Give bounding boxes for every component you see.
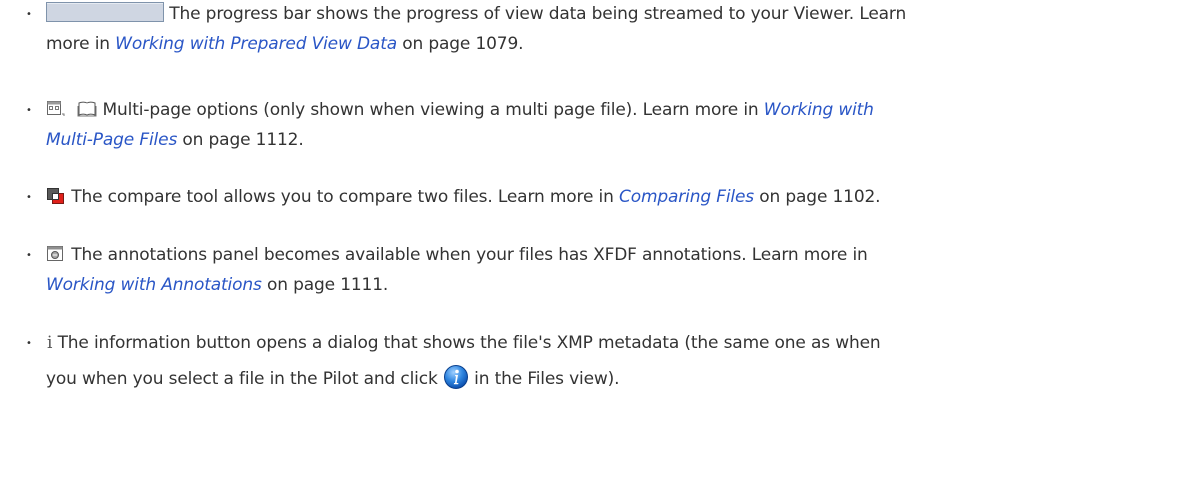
info-round-icon (443, 364, 469, 397)
list-item-line: The progress bar shows the progress of v… (46, 2, 906, 26)
list-item-text: in the Files view). (468, 369, 620, 389)
list-item-text: on page 1079. (396, 34, 524, 54)
link-working-with-multi-page-files[interactable]: Multi-Page Files (46, 130, 177, 150)
list-item-text: The annotations panel becomes available … (71, 245, 868, 265)
list-item-line: Multi-page options (only shown when view… (46, 98, 874, 125)
open-book-icon (77, 100, 97, 125)
list-item-text: on page 1102. (754, 187, 881, 207)
bullet: • (26, 338, 32, 349)
list-item-text: you when you select a file in the Pilot … (46, 369, 443, 389)
multi-page-thumbnails-icon (46, 100, 66, 125)
link-working-with-prepared-view-data[interactable]: Working with Prepared View Data (115, 34, 397, 54)
list-item-line: Working with Annotations on page 1111. (46, 273, 388, 297)
list-item-line: more in Working with Prepared View Data … (46, 32, 524, 56)
list-item-line: Multi-Page Files on page 1112. (46, 128, 304, 152)
annotations-panel-icon (46, 245, 66, 270)
bullet: • (26, 192, 32, 203)
list-item-text: Multi-page options (only shown when view… (102, 100, 764, 120)
progress-bar-icon (46, 2, 164, 22)
list-item-line: you when you select a file in the Pilot … (46, 364, 620, 397)
list-item-line: i The information button opens a dialog … (46, 331, 881, 355)
list-item-line: The compare tool allows you to compare t… (46, 185, 881, 212)
bullet: • (26, 105, 32, 116)
list-item-text: The information button opens a dialog th… (57, 333, 881, 353)
document-body: • The progress bar shows the progress of… (0, 0, 1179, 487)
list-item-text: The compare tool allows you to compare t… (71, 187, 619, 207)
info-glyph-icon: i (47, 333, 53, 353)
list-item-text: more in (46, 34, 116, 54)
list-item-line: The annotations panel becomes available … (46, 243, 868, 270)
compare-icon (46, 187, 66, 212)
link-comparing-files[interactable]: Comparing Files (619, 187, 754, 207)
bullet: • (26, 250, 32, 261)
bullet: • (26, 9, 32, 20)
list-item-text: on page 1111. (261, 275, 389, 295)
list-item-text: on page 1112. (177, 130, 304, 150)
link-working-with-annotations[interactable]: Working with Annotations (46, 275, 262, 295)
list-item-text: The progress bar shows the progress of v… (169, 4, 907, 24)
link-working-with-multi-page-files[interactable]: Working with (764, 100, 874, 120)
